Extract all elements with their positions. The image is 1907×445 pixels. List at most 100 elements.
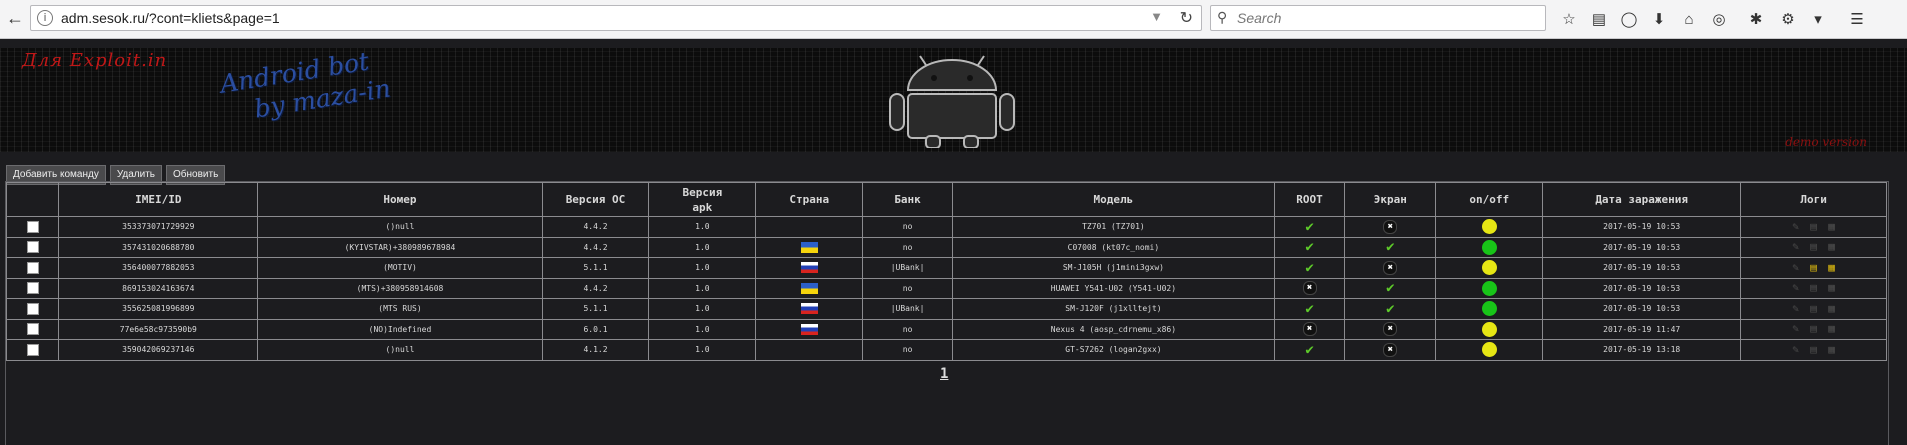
row-checkbox[interactable] bbox=[26, 343, 39, 356]
status-dot-icon bbox=[1481, 342, 1497, 358]
bank-icon[interactable]: ▤ bbox=[1808, 302, 1820, 315]
chevron-down-icon[interactable]: ▾ bbox=[1806, 7, 1830, 31]
file-log-icon[interactable]: ▦ bbox=[1826, 220, 1838, 233]
status-cell bbox=[1435, 216, 1544, 238]
reading-list-icon[interactable]: ▤ bbox=[1587, 7, 1611, 31]
bank-icon[interactable]: ▤ bbox=[1808, 261, 1820, 274]
row-checkbox[interactable] bbox=[26, 302, 39, 315]
bank-icon[interactable]: ▤ bbox=[1808, 241, 1820, 253]
info-icon[interactable]: i bbox=[37, 10, 53, 26]
pagination-page-1[interactable]: 1 bbox=[940, 366, 948, 382]
chevron-down-icon[interactable]: ▼ bbox=[1150, 9, 1163, 24]
logs-cell: ✎ ▤ ▦ bbox=[1740, 277, 1887, 299]
banner-demo-text: demo version bbox=[1785, 135, 1867, 149]
header-logs[interactable]: Логи bbox=[1740, 182, 1887, 217]
imei-cell: 355625081996899 bbox=[58, 298, 259, 320]
row-checkbox[interactable] bbox=[26, 220, 39, 233]
logs-cell: ✎ ▤ ▦ bbox=[1740, 339, 1887, 361]
bank-icon[interactable]: ▤ bbox=[1808, 220, 1820, 233]
header-imei[interactable]: IMEI/ID bbox=[58, 182, 259, 217]
pencil-icon[interactable]: ✎ bbox=[1790, 220, 1802, 233]
row-checkbox[interactable] bbox=[26, 241, 39, 254]
bank-cell: no bbox=[862, 216, 953, 238]
reload-icon[interactable]: ↻ bbox=[1180, 8, 1193, 28]
header-model[interactable]: Модель bbox=[952, 182, 1275, 217]
file-log-icon[interactable]: ▦ bbox=[1826, 241, 1838, 253]
status-cell bbox=[1435, 236, 1544, 258]
extension-speed-icon[interactable]: ✱ bbox=[1744, 7, 1768, 31]
ukraine-flag-icon bbox=[800, 282, 818, 294]
root-check-icon: ✔ bbox=[1305, 218, 1314, 235]
file-log-icon[interactable]: ▦ bbox=[1826, 282, 1838, 294]
bank-cell: no bbox=[862, 236, 953, 258]
header-screen[interactable]: Экран bbox=[1344, 182, 1437, 217]
logs-cell: ✎ ▤ ▦ bbox=[1740, 236, 1887, 258]
search-bar[interactable]: ⚲ Search bbox=[1210, 5, 1546, 31]
date-cell: 2017-05-19 10:53 bbox=[1542, 257, 1742, 279]
header-country[interactable]: Страна bbox=[755, 182, 864, 217]
file-log-icon[interactable]: ▦ bbox=[1826, 343, 1838, 356]
os-cell: 4.4.2 bbox=[541, 236, 650, 258]
date-cell: 2017-05-19 11:47 bbox=[1542, 318, 1742, 340]
back-arrow-icon[interactable]: ← bbox=[2, 5, 28, 31]
screen-cell: ✔ bbox=[1344, 236, 1437, 258]
header-onoff[interactable]: on/off bbox=[1435, 182, 1544, 217]
pencil-icon[interactable]: ✎ bbox=[1790, 261, 1802, 274]
apk-cell: 1.0 bbox=[648, 318, 757, 340]
bank-cell: |UBank| bbox=[862, 257, 953, 279]
pencil-icon[interactable]: ✎ bbox=[1790, 282, 1802, 294]
root-cross-icon: ✖ bbox=[1302, 322, 1317, 337]
bank-icon[interactable]: ▤ bbox=[1808, 282, 1820, 294]
bank-icon[interactable]: ▤ bbox=[1808, 343, 1820, 356]
pencil-icon[interactable]: ✎ bbox=[1790, 302, 1802, 315]
file-log-icon[interactable]: ▦ bbox=[1826, 261, 1838, 274]
logs-cell: ✎ ▤ ▦ bbox=[1740, 216, 1887, 238]
imei-cell: 869153024163674 bbox=[58, 277, 259, 299]
bookmark-star-icon[interactable]: ☆ bbox=[1557, 7, 1581, 31]
extension-globe-icon[interactable]: ◎ bbox=[1707, 7, 1731, 31]
search-input[interactable]: Search bbox=[1237, 10, 1281, 26]
screen-cell: ✖ bbox=[1344, 216, 1437, 238]
pencil-icon[interactable]: ✎ bbox=[1790, 323, 1802, 335]
apk-cell: 1.0 bbox=[648, 339, 757, 361]
file-log-icon[interactable]: ▦ bbox=[1826, 323, 1838, 335]
date-cell: 2017-05-19 10:53 bbox=[1542, 216, 1742, 238]
header-os-version[interactable]: Версия ОС bbox=[541, 182, 650, 217]
logs-cell: ✎ ▤ ▦ bbox=[1740, 318, 1887, 340]
address-bar[interactable]: i adm.sesok.ru/?cont=kliets&page=1 ▼ ↻ bbox=[30, 5, 1202, 31]
status-dot-icon bbox=[1481, 219, 1497, 235]
file-log-icon[interactable]: ▦ bbox=[1826, 302, 1838, 315]
header-date[interactable]: Дата заражения bbox=[1542, 182, 1742, 217]
row-checkbox[interactable] bbox=[26, 282, 39, 295]
status-cell bbox=[1435, 257, 1544, 279]
url-text[interactable]: adm.sesok.ru/?cont=kliets&page=1 bbox=[61, 10, 280, 26]
imei-cell: 357431020688780 bbox=[58, 236, 259, 258]
header-select bbox=[5, 182, 60, 217]
pencil-icon[interactable]: ✎ bbox=[1790, 241, 1802, 253]
clients-table: IMEI/ID Номер Версия ОС Версия apk Стран… bbox=[5, 182, 1887, 361]
header-apk-version[interactable]: Версия apk bbox=[648, 182, 757, 217]
pocket-icon[interactable]: ◯ bbox=[1617, 7, 1641, 31]
download-icon[interactable]: ⬇ bbox=[1647, 7, 1671, 31]
header-number[interactable]: Номер bbox=[257, 182, 543, 217]
root-cell: ✔ bbox=[1273, 257, 1346, 279]
home-icon[interactable]: ⌂ bbox=[1677, 7, 1701, 31]
bank-cell: no bbox=[862, 318, 953, 340]
bank-icon[interactable]: ▤ bbox=[1808, 323, 1820, 335]
root-cell: ✖ bbox=[1273, 277, 1346, 299]
banner-exploit-text: Для Exploit.in bbox=[22, 50, 168, 71]
hamburger-menu-icon[interactable]: ☰ bbox=[1845, 7, 1869, 31]
screen-cell: ✖ bbox=[1344, 257, 1437, 279]
header-root[interactable]: ROOT bbox=[1273, 182, 1346, 217]
header-bank[interactable]: Банк bbox=[862, 182, 953, 217]
pencil-icon[interactable]: ✎ bbox=[1790, 343, 1802, 356]
date-cell: 2017-05-19 10:53 bbox=[1542, 298, 1742, 320]
os-cell: 4.1.2 bbox=[541, 339, 650, 361]
date-cell: 2017-05-19 10:53 bbox=[1542, 277, 1742, 299]
row-checkbox[interactable] bbox=[26, 323, 39, 336]
header-banner: Для Exploit.in Android bot by maza-in de… bbox=[0, 48, 1907, 152]
extension-puzzle-icon[interactable]: ⚙ bbox=[1776, 7, 1800, 31]
root-check-icon: ✔ bbox=[1305, 239, 1314, 256]
row-checkbox[interactable] bbox=[26, 261, 39, 274]
screen-cross-icon: ✖ bbox=[1383, 260, 1398, 275]
